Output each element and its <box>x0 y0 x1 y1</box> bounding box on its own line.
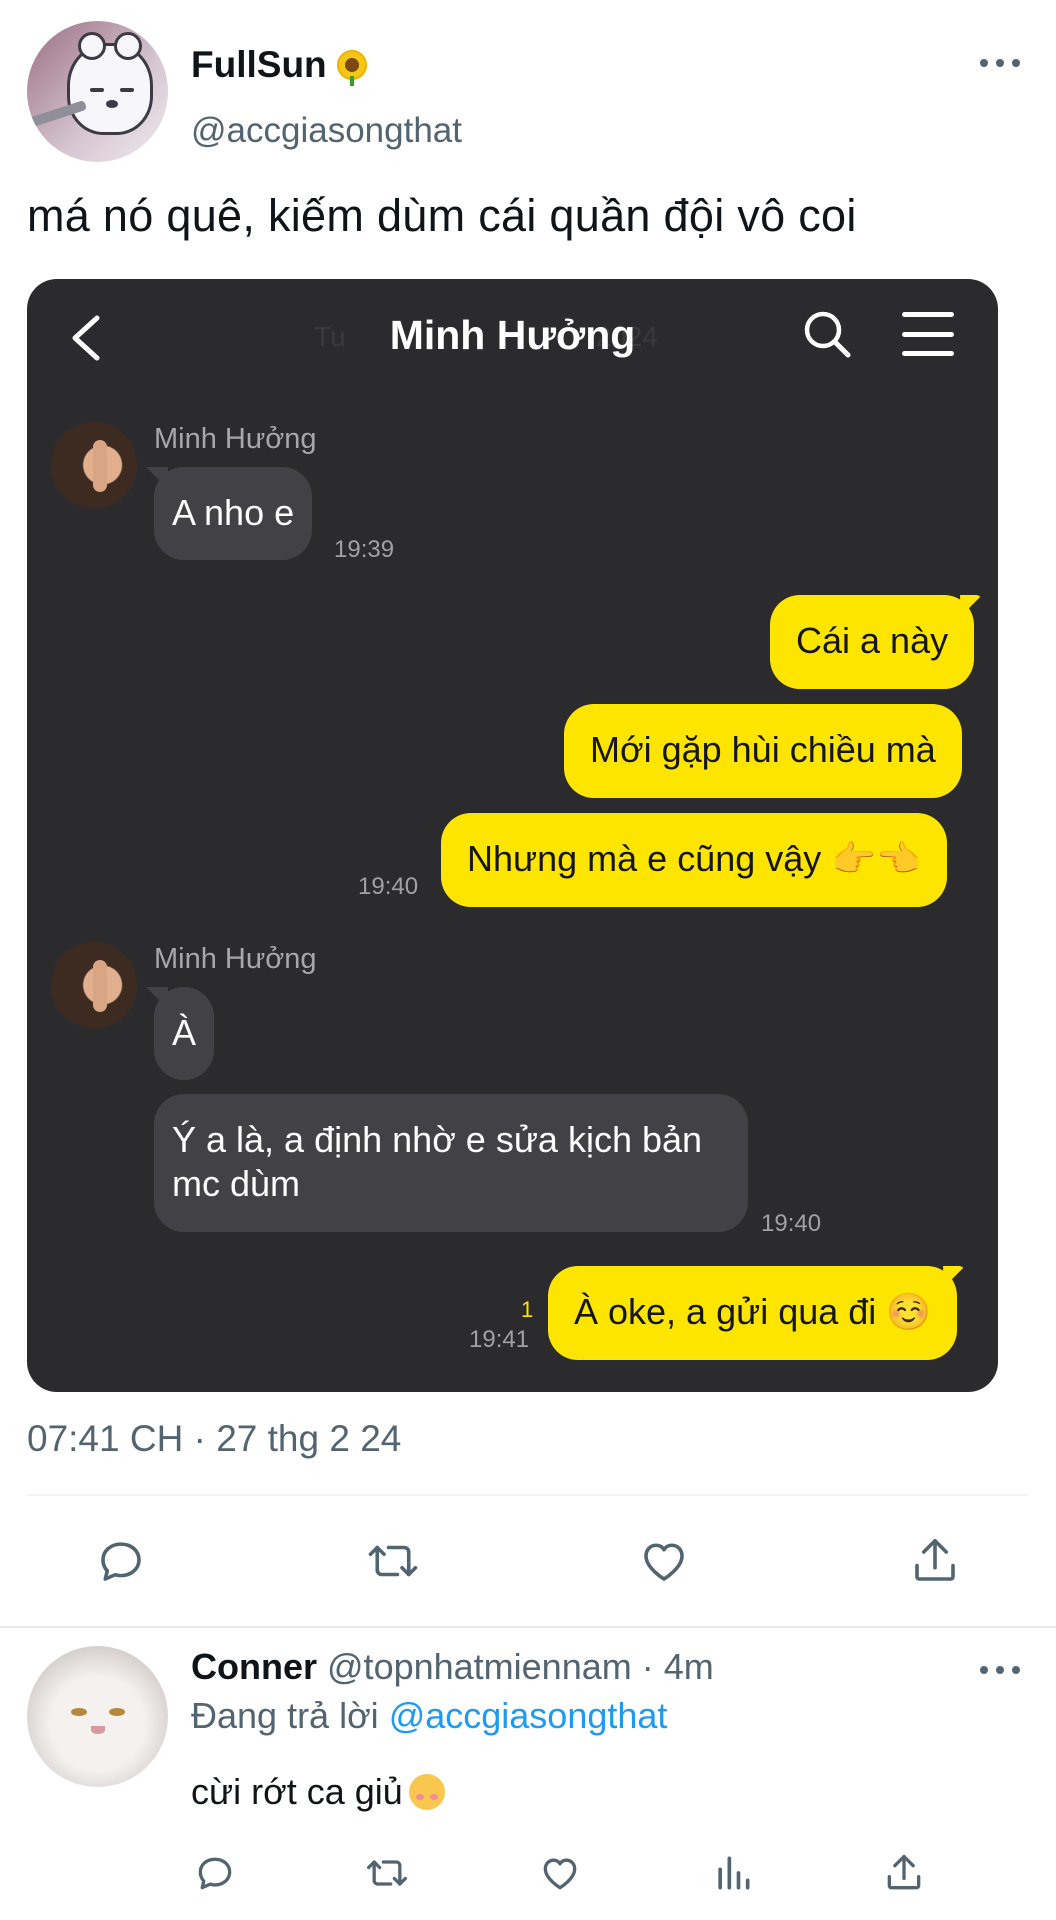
outgoing-message: Mới gặp hùi chiều mà <box>564 704 962 798</box>
reply-text-content: cừi rớt ca giủ <box>191 1771 403 1812</box>
reply-icon[interactable] <box>94 1534 148 1588</box>
views-icon[interactable] <box>711 1851 755 1895</box>
outgoing-message: Nhưng mà e cũng vậy 👉👈 <box>441 813 947 907</box>
tweet-timestamp[interactable]: 07:41 CH · 27 thg 2 24 <box>27 1418 401 1460</box>
divider <box>27 1494 1028 1496</box>
sender-name: Minh Hưởng <box>154 423 317 455</box>
incoming-message: Ý a là, a định nhờ e sửa kịch bản mc dùm <box>154 1094 748 1232</box>
reply-text: cừi rớt ca giủ <box>191 1771 445 1813</box>
smiling-face-with-hearts-icon <box>408 1774 445 1810</box>
replying-label: Đang trả lời <box>191 1695 379 1736</box>
outgoing-message: Cái a này <box>770 595 975 689</box>
more-options-icon[interactable] <box>980 1661 1020 1679</box>
incoming-message: À <box>154 987 215 1080</box>
message-line: Ý a là, a định nhờ e sửa kịch bản <box>172 1119 703 1160</box>
outgoing-message: À oke, a gửi qua đi ☺️ <box>548 1266 958 1360</box>
reply-handle-time: @topnhatmiennam · 4m <box>327 1646 714 1687</box>
section-separator <box>0 1626 1056 1628</box>
author-name-text: FullSun <box>191 44 327 85</box>
share-icon[interactable] <box>882 1851 926 1895</box>
author-display-name[interactable]: FullSun <box>191 44 367 86</box>
incoming-message: A nho e <box>154 467 313 560</box>
sender-name: Minh Hưởng <box>154 943 317 975</box>
replying-to: Đang trả lời @accgiasongthat <box>191 1695 667 1737</box>
author-handle[interactable]: @accgiasongthat <box>191 111 462 151</box>
like-icon[interactable] <box>538 1851 582 1895</box>
share-icon[interactable] <box>908 1534 962 1588</box>
contact-avatar <box>51 422 137 508</box>
retweet-icon[interactable] <box>366 1534 420 1588</box>
menu-icon <box>902 312 954 356</box>
message-time: 19:40 <box>358 873 419 900</box>
message-line: mc dùm <box>172 1163 301 1204</box>
mention-link[interactable]: @accgiasongthat <box>389 1695 668 1736</box>
contact-avatar <box>51 942 137 1028</box>
sunflower-icon <box>336 50 367 86</box>
reply-display-name[interactable]: Conner <box>191 1646 317 1687</box>
chat-title: Minh Hưởng <box>389 312 636 358</box>
message-time: 19:39 <box>334 536 395 563</box>
tweet-text: má nó quê, kiếm dùm cái quần đội vô coi <box>27 190 857 241</box>
chat-screenshot-image[interactable]: Tu 2024 Minh Hưởng Minh Hưởng A nho e 19:… <box>27 279 998 1392</box>
like-icon[interactable] <box>637 1534 691 1588</box>
search-icon <box>804 311 851 358</box>
bear-illustration <box>67 32 153 135</box>
message-time: 19:40 <box>761 1210 822 1237</box>
reply-header[interactable]: Conner @topnhatmiennam · 4m <box>191 1646 714 1688</box>
reply-author-avatar[interactable] <box>27 1646 168 1787</box>
message-time: 19:41 <box>469 1326 530 1353</box>
author-avatar[interactable] <box>27 21 168 162</box>
unread-count: 1 <box>521 1297 534 1322</box>
more-options-icon[interactable] <box>980 54 1020 72</box>
reply-icon[interactable] <box>193 1851 237 1895</box>
retweet-icon[interactable] <box>365 1851 409 1895</box>
